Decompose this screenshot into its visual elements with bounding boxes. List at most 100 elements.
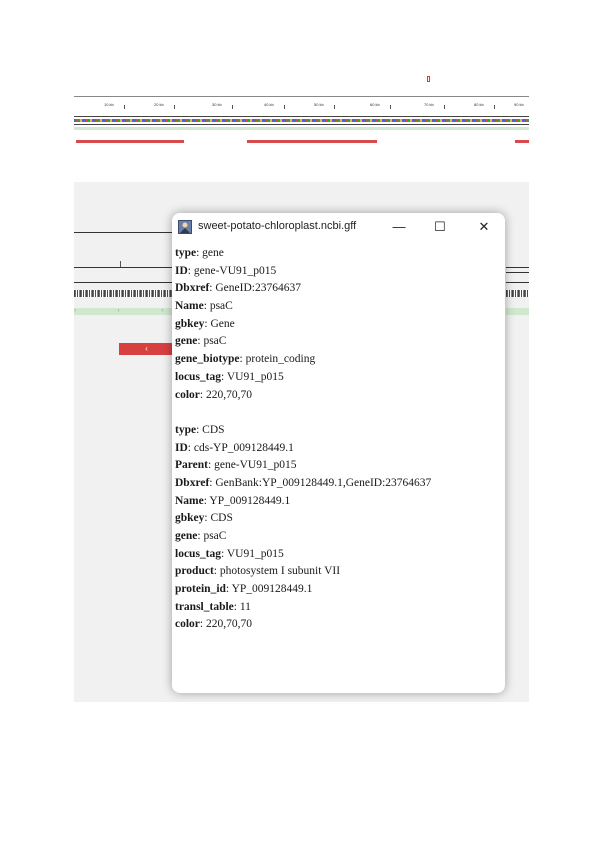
gene-feature[interactable] — [247, 140, 377, 143]
attribute-value: YP_009128449.1 — [209, 494, 291, 507]
sequence-bar — [74, 119, 529, 122]
attribute-value: VU91_p015 — [226, 370, 284, 383]
attribute-value: CDS — [210, 512, 233, 525]
track-divider — [74, 267, 174, 268]
attribute-value: Gene — [210, 317, 235, 330]
attribute-row: protein_id: YP_009128449.1 — [175, 581, 500, 599]
track-divider — [74, 116, 529, 117]
ruler-label: 80 kb — [474, 102, 484, 107]
ruler-tick — [284, 105, 285, 109]
attribute-value: VU91_p015 — [226, 547, 284, 560]
attribute-value: psaC — [203, 530, 227, 542]
attribute-value: photosystem I subunit VII — [219, 565, 341, 578]
sequence-stripe — [74, 290, 174, 297]
attribute-row: type: CDS — [175, 422, 500, 440]
ruler-tick — [124, 105, 125, 109]
nav-left-button[interactable]: ‹ — [119, 343, 174, 355]
gene-feature[interactable] — [515, 140, 529, 143]
attribute-row: gbkey: CDS — [175, 510, 500, 528]
close-button[interactable]: ✕ — [469, 217, 499, 237]
record-spacer — [175, 404, 500, 422]
attribute-row: color: 220,70,70 — [175, 387, 500, 405]
ruler-tick — [174, 105, 175, 109]
attribute-row: Parent: gene-VU91_p015 — [175, 457, 500, 475]
ruler-label: 50 kb — [314, 102, 324, 107]
strand-band — [506, 308, 529, 315]
attribute-key: color — [175, 388, 200, 401]
sequence-stripe — [506, 290, 529, 297]
track-divider — [506, 282, 529, 283]
attribute-row: ID: cds-YP_009128449.1 — [175, 440, 500, 458]
attribute-key: locus_tag — [175, 370, 221, 383]
attribute-row: Dbxref: GenBank:YP_009128449.1,GeneID:23… — [175, 475, 500, 493]
attribute-key: Dbxref — [175, 282, 210, 295]
attribute-value: GenBank:YP_009128449.1,GeneID:23764637 — [215, 476, 432, 489]
attribute-row: locus_tag: VU91_p015 — [175, 369, 500, 387]
attribute-row: Name: psaC — [175, 298, 500, 316]
attribute-value: psaC — [209, 300, 233, 313]
attribute-value: GeneID:23764637 — [215, 282, 301, 295]
attribute-key: color — [175, 618, 200, 631]
ruler-line — [74, 96, 529, 97]
attribute-row: gene_biotype: protein_coding — [175, 351, 500, 369]
ruler-tick — [120, 261, 121, 267]
attribute-value: 220,70,70 — [205, 618, 252, 631]
attribute-key: protein_id — [175, 583, 226, 596]
attribute-row: color: 220,70,70 — [175, 616, 500, 634]
attribute-value: CDS — [202, 423, 225, 436]
annotation-band — [74, 127, 529, 130]
ruler-label: 40 kb — [264, 102, 274, 107]
attribute-row: Dbxref: GeneID:23764637 — [175, 280, 500, 298]
ruler-tick — [494, 105, 495, 109]
attribute-key: transl_table — [175, 600, 234, 613]
attribute-key: ID — [175, 264, 188, 277]
track-divider — [74, 124, 529, 125]
ruler-tick — [334, 105, 335, 109]
feature-info-window: sweet-potato-chloroplast.ncbi.gff — ☐ ✕ … — [172, 213, 505, 693]
attribute-key: type — [175, 247, 197, 259]
attribute-key: gene — [175, 530, 198, 542]
attribute-key: type — [175, 423, 197, 436]
track-divider — [506, 272, 529, 273]
window-title: sweet-potato-chloroplast.ncbi.gff — [198, 220, 357, 232]
attribute-value: YP_009128449.1 — [231, 583, 313, 596]
ruler-tick — [232, 105, 233, 109]
track-divider — [506, 267, 529, 268]
attribute-row: gene: psaC — [175, 528, 500, 546]
position-marker[interactable] — [427, 76, 430, 82]
attribute-key: Name — [175, 300, 204, 313]
minimize-button[interactable]: — — [384, 217, 414, 237]
ruler-label: 10 kb — [104, 102, 114, 107]
attribute-key: gene_biotype — [175, 353, 240, 366]
attribute-key: Parent — [175, 459, 209, 472]
strand-band: › › › › — [74, 308, 174, 315]
attribute-value: gene-VU91_p015 — [214, 459, 297, 472]
attribute-row: type: gene — [175, 245, 500, 263]
attribute-value: gene — [202, 247, 224, 259]
attribute-row: gbkey: Gene — [175, 316, 500, 334]
ruler-label: 70 kb — [424, 102, 434, 107]
title-bar[interactable]: sweet-potato-chloroplast.ncbi.gff — ☐ ✕ — [172, 213, 505, 241]
attribute-key: product — [175, 565, 214, 578]
attribute-key: gene — [175, 335, 198, 348]
attribute-key: locus_tag — [175, 547, 221, 560]
attribute-row: locus_tag: VU91_p015 — [175, 546, 500, 564]
attribute-row: Name: YP_009128449.1 — [175, 493, 500, 511]
ruler-tick — [444, 105, 445, 109]
attribute-value: 220,70,70 — [205, 388, 252, 401]
attribute-key: Name — [175, 494, 204, 507]
ruler-label: 60 kb — [370, 102, 380, 107]
ruler-label: 30 kb — [212, 102, 222, 107]
gene-feature[interactable] — [76, 140, 184, 143]
attribute-row: ID: gene-VU91_p015 — [175, 263, 500, 281]
track-divider — [74, 232, 174, 233]
attribute-key: gbkey — [175, 512, 205, 525]
attribute-key: gbkey — [175, 317, 205, 330]
attribute-row: transl_table: 11 — [175, 599, 500, 617]
attribute-key: ID — [175, 441, 188, 454]
attribute-value: 11 — [239, 600, 251, 613]
maximize-button[interactable]: ☐ — [425, 217, 455, 237]
track-divider — [74, 282, 174, 283]
attribute-value: gene-VU91_p015 — [193, 264, 277, 277]
ruler-tick — [390, 105, 391, 109]
